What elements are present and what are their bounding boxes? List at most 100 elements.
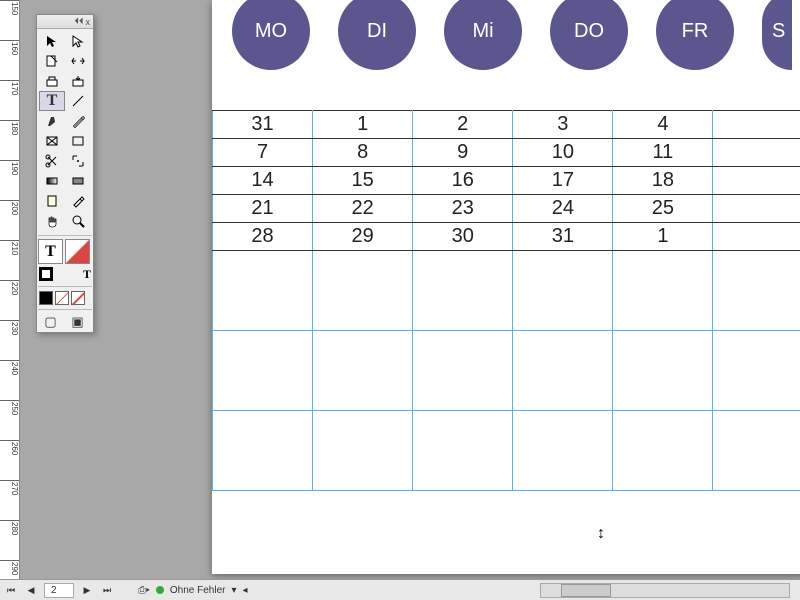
tools-panel-header[interactable]: ⏴⏴ x xyxy=(37,15,93,29)
table-row[interactable]: 1415161718 xyxy=(213,167,800,195)
errors-label[interactable]: Ohne Fehler xyxy=(170,585,226,596)
calendar-cell[interactable] xyxy=(713,139,800,167)
close-icon[interactable]: x xyxy=(86,17,91,27)
calendar-cell[interactable] xyxy=(713,331,800,411)
calendar-cell[interactable]: 14 xyxy=(213,167,313,195)
chevron-left-icon[interactable]: ◂ xyxy=(243,585,248,596)
collapse-icon[interactable]: ⏴⏴ xyxy=(74,16,83,27)
calendar-cell[interactable]: 22 xyxy=(313,195,413,223)
calendar-cell[interactable] xyxy=(413,251,513,331)
calendar-cell[interactable]: 29 xyxy=(313,223,413,251)
type-tool[interactable]: T xyxy=(39,91,65,111)
free-transform-tool[interactable] xyxy=(65,151,91,171)
calendar-cell[interactable]: 4 xyxy=(613,111,713,139)
calendar-grid[interactable]: 3112347891011141516171821222324252829303… xyxy=(212,110,800,491)
calendar-cell[interactable] xyxy=(713,167,800,195)
fill-black-swatch[interactable] xyxy=(39,291,53,305)
note-tool[interactable] xyxy=(39,191,65,211)
pencil-tool[interactable] xyxy=(65,111,91,131)
calendar-cell[interactable] xyxy=(713,111,800,139)
calendar-cell[interactable]: 11 xyxy=(613,139,713,167)
calendar-cell[interactable]: 1 xyxy=(313,111,413,139)
direct-selection-tool[interactable] xyxy=(65,31,91,51)
calendar-cell[interactable]: 24 xyxy=(513,195,613,223)
calendar-cell[interactable]: 17 xyxy=(513,167,613,195)
table-row[interactable]: 7891011 xyxy=(213,139,800,167)
calendar-cell[interactable]: 15 xyxy=(313,167,413,195)
nav-next-button[interactable]: ▶ xyxy=(80,583,94,597)
calendar-cell[interactable]: 1 xyxy=(613,223,713,251)
calendar-cell[interactable]: 9 xyxy=(413,139,513,167)
gradient-feather-tool[interactable] xyxy=(65,171,91,191)
eyedropper-tool[interactable] xyxy=(65,191,91,211)
stroke-mode-button[interactable] xyxy=(65,239,90,264)
calendar-cell[interactable]: 30 xyxy=(413,223,513,251)
dropdown-icon[interactable]: ▾ xyxy=(231,585,236,596)
scissors-tool[interactable] xyxy=(39,151,65,171)
content-collector-tool[interactable] xyxy=(39,71,65,91)
calendar-cell[interactable] xyxy=(613,331,713,411)
view-mode-preview[interactable]: ▣ xyxy=(64,312,91,332)
table-row[interactable]: 282930311 xyxy=(213,223,800,251)
table-row[interactable] xyxy=(213,411,800,491)
calendar-cell[interactable]: 8 xyxy=(313,139,413,167)
pen-tool[interactable] xyxy=(39,111,65,131)
tools-panel[interactable]: ⏴⏴ x T T T ▢ ▣ xyxy=(36,14,94,333)
content-placer-tool[interactable] xyxy=(65,71,91,91)
calendar-cell[interactable] xyxy=(513,251,613,331)
page-number[interactable]: 2 xyxy=(44,583,74,598)
calendar-cell[interactable]: 31 xyxy=(213,111,313,139)
table-row[interactable] xyxy=(213,331,800,411)
calendar-cell[interactable] xyxy=(313,331,413,411)
document-page[interactable]: MO DI Mi DO FR S 31123478910111415161718… xyxy=(212,0,800,574)
calendar-cell[interactable] xyxy=(213,331,313,411)
rectangle-frame-tool[interactable] xyxy=(39,131,65,151)
calendar-cell[interactable] xyxy=(713,411,800,491)
calendar-cell[interactable] xyxy=(313,251,413,331)
calendar-cell[interactable] xyxy=(513,331,613,411)
table-row[interactable]: 2122232425 xyxy=(213,195,800,223)
swatch-black[interactable] xyxy=(39,267,53,281)
calendar-cell[interactable] xyxy=(713,223,800,251)
apply-none-swatch[interactable] xyxy=(71,291,85,305)
calendar-cell[interactable]: 23 xyxy=(413,195,513,223)
calendar-cell[interactable] xyxy=(713,251,800,331)
rectangle-tool[interactable] xyxy=(65,131,91,151)
calendar-cell[interactable]: 21 xyxy=(213,195,313,223)
calendar-cell[interactable] xyxy=(213,251,313,331)
calendar-cell[interactable] xyxy=(213,411,313,491)
scrollbar-thumb[interactable] xyxy=(561,584,611,597)
calendar-cell[interactable]: 16 xyxy=(413,167,513,195)
calendar-cell[interactable] xyxy=(613,251,713,331)
nav-first-button[interactable]: ⏮ xyxy=(4,583,18,597)
calendar-cell[interactable]: 25 xyxy=(613,195,713,223)
text-icon[interactable]: T xyxy=(83,267,91,282)
calendar-cell[interactable] xyxy=(413,411,513,491)
calendar-cell[interactable]: 10 xyxy=(513,139,613,167)
calendar-cell[interactable] xyxy=(313,411,413,491)
nav-prev-button[interactable]: ◀ xyxy=(24,583,38,597)
calendar-cell[interactable]: 2 xyxy=(413,111,513,139)
calendar-cell[interactable]: 7 xyxy=(213,139,313,167)
zoom-tool[interactable] xyxy=(65,211,91,231)
calendar-cell[interactable] xyxy=(513,411,613,491)
hand-tool[interactable] xyxy=(39,211,65,231)
preflight-icon[interactable]: ⎙▸ xyxy=(138,585,150,596)
type-mode-button[interactable]: T xyxy=(38,239,63,264)
horizontal-scrollbar[interactable] xyxy=(540,583,790,598)
gradient-swatch-tool[interactable] xyxy=(39,171,65,191)
calendar-cell[interactable] xyxy=(713,195,800,223)
selection-tool[interactable] xyxy=(39,31,65,51)
calendar-cell[interactable]: 3 xyxy=(513,111,613,139)
calendar-cell[interactable]: 28 xyxy=(213,223,313,251)
table-row[interactable]: 311234 xyxy=(213,111,800,139)
gap-tool[interactable] xyxy=(65,51,91,71)
line-tool[interactable] xyxy=(65,91,91,111)
calendar-cell[interactable] xyxy=(613,411,713,491)
nav-last-button[interactable]: ⏭ xyxy=(100,583,114,597)
calendar-cell[interactable] xyxy=(413,331,513,411)
view-mode-normal[interactable]: ▢ xyxy=(37,312,64,332)
calendar-cell[interactable]: 18 xyxy=(613,167,713,195)
fill-none-swatch[interactable] xyxy=(55,291,69,305)
table-row[interactable] xyxy=(213,251,800,331)
